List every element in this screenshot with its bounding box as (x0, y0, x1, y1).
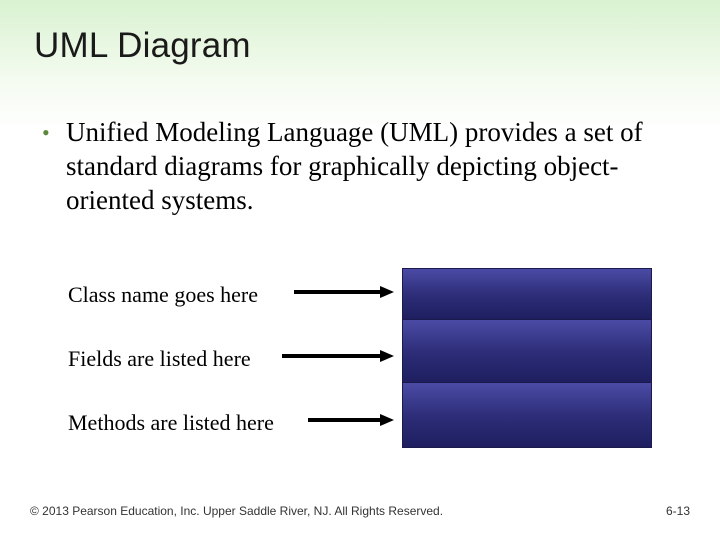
uml-name-compartment (403, 269, 651, 320)
uml-class-box (402, 268, 652, 448)
body-text: • Unified Modeling Language (UML) provid… (42, 116, 682, 217)
uml-diagram: Class name goes here Fields are listed h… (60, 268, 660, 468)
uml-methods-compartment (403, 383, 651, 447)
slide-title: UML Diagram (34, 26, 251, 66)
uml-fields-compartment (403, 320, 651, 383)
label-methods: Methods are listed here (68, 410, 274, 436)
label-fields: Fields are listed here (68, 346, 251, 372)
footer-page-number: 6-13 (666, 504, 690, 518)
bullet-text: Unified Modeling Language (UML) provides… (66, 116, 682, 217)
bullet-item: • Unified Modeling Language (UML) provid… (42, 116, 682, 217)
slide: UML Diagram • Unified Modeling Language … (0, 0, 720, 540)
footer-copyright: © 2013 Pearson Education, Inc. Upper Sad… (30, 504, 443, 518)
bullet-dot-icon: • (42, 116, 66, 148)
label-class-name: Class name goes here (68, 282, 258, 308)
